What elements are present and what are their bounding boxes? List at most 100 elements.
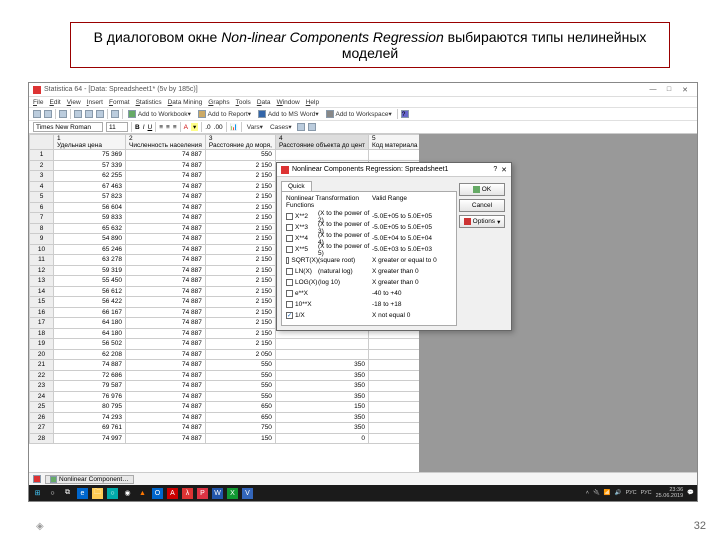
checkbox-1/X[interactable] [286, 312, 293, 319]
cell[interactable]: 350 [275, 423, 368, 434]
cell[interactable]: 2 150 [205, 307, 275, 318]
task-word-icon[interactable]: W [212, 488, 223, 499]
start-button[interactable]: ⊞ [32, 488, 43, 499]
italic-button[interactable]: I [143, 124, 145, 131]
close-button[interactable]: ✕ [677, 86, 693, 94]
cell[interactable]: 80 795 [54, 402, 126, 413]
task-hp-icon[interactable]: ○ [107, 488, 118, 499]
row-header[interactable]: 22 [30, 370, 54, 381]
copy-icon[interactable] [85, 110, 93, 118]
cell[interactable]: 74 887 [126, 412, 206, 423]
cases-button[interactable]: Cases ▾ [268, 123, 294, 131]
cell[interactable]: 74 887 [126, 265, 206, 276]
cell[interactable]: 79 587 [54, 381, 126, 392]
menu-tools[interactable]: Tools [236, 99, 251, 106]
row-header[interactable]: 17 [30, 318, 54, 329]
tray-power-icon[interactable]: 🔌 [593, 490, 600, 496]
checkbox-X**2[interactable] [286, 213, 293, 220]
checkbox-LN(X)[interactable] [286, 268, 293, 275]
tray-lang1[interactable]: РУС [626, 490, 637, 496]
row-header[interactable]: 18 [30, 328, 54, 339]
cell[interactable]: 550 [205, 360, 275, 371]
row-header[interactable]: 25 [30, 402, 54, 413]
cell[interactable]: 55 450 [54, 276, 126, 287]
row-header[interactable]: 2 [30, 160, 54, 171]
task-vlc-icon[interactable]: ▲ [137, 488, 148, 499]
cell[interactable]: 2 150 [205, 244, 275, 255]
cell[interactable]: 550 [205, 391, 275, 402]
cell[interactable]: 56 604 [54, 202, 126, 213]
menu-format[interactable]: Format [109, 99, 130, 106]
dialog-help-button[interactable]: ? [493, 166, 497, 173]
cell[interactable]: 350 [275, 360, 368, 371]
task-excel-icon[interactable]: X [227, 488, 238, 499]
cell[interactable]: 650 [205, 412, 275, 423]
options-button[interactable]: Options ▾ [459, 215, 505, 228]
bold-button[interactable]: B [135, 124, 140, 131]
checkbox-X**3[interactable] [286, 224, 293, 231]
cell[interactable]: 2 050 [205, 349, 275, 360]
cell[interactable]: 2 150 [205, 286, 275, 297]
row-header[interactable]: 27 [30, 423, 54, 434]
row-header[interactable]: 26 [30, 412, 54, 423]
row-header[interactable]: 4 [30, 181, 54, 192]
cell[interactable]: 75 369 [54, 150, 126, 161]
cell[interactable] [275, 150, 368, 161]
fontsize-combo[interactable]: 11 [106, 122, 128, 132]
checkbox-X**4[interactable] [286, 235, 293, 242]
cell[interactable]: 2 150 [205, 160, 275, 171]
undo-icon[interactable] [111, 110, 119, 118]
tray-volume-icon[interactable]: 🔊 [615, 490, 622, 496]
cell[interactable]: 750 [205, 423, 275, 434]
task-outlook-icon[interactable]: O [152, 488, 163, 499]
tray-chevron-icon[interactable]: ˄ [586, 490, 589, 496]
column-header[interactable]: 2Численность населения [126, 135, 206, 150]
cell[interactable]: 350 [275, 412, 368, 423]
vars-button[interactable]: Vars ▾ [245, 123, 265, 131]
cell[interactable]: 63 278 [54, 255, 126, 266]
font-combo[interactable]: Times New Roman [33, 122, 103, 132]
task-chrome-icon[interactable]: ◉ [122, 488, 133, 499]
cell[interactable]: 74 887 [126, 244, 206, 255]
cell[interactable]: 56 422 [54, 297, 126, 308]
task-stat-icon[interactable]: λ [182, 488, 193, 499]
row-header[interactable]: 10 [30, 244, 54, 255]
cell[interactable]: 59 319 [54, 265, 126, 276]
cell[interactable]: 74 887 [126, 202, 206, 213]
cancel-button[interactable]: Cancel [459, 199, 505, 212]
row-header[interactable]: 12 [30, 265, 54, 276]
cell[interactable]: 59 833 [54, 213, 126, 224]
chart-icon[interactable]: 📊 [230, 123, 238, 131]
cell[interactable]: 2 150 [205, 223, 275, 234]
decimal-inc-icon[interactable]: .0 [205, 124, 210, 131]
cell[interactable] [275, 339, 368, 350]
cell[interactable]: 0 [275, 433, 368, 444]
cell[interactable]: 74 887 [126, 349, 206, 360]
task-pdf-icon[interactable]: A [167, 488, 178, 499]
cell[interactable]: 74 887 [126, 328, 206, 339]
checkbox-10**X[interactable] [286, 301, 293, 308]
cell[interactable]: 550 [205, 370, 275, 381]
cell[interactable]: 2 150 [205, 276, 275, 287]
maximize-button[interactable]: □ [661, 86, 677, 93]
row-header[interactable]: 1 [30, 150, 54, 161]
paste-icon[interactable] [96, 110, 104, 118]
cell[interactable]: 74 887 [126, 276, 206, 287]
print-icon[interactable] [59, 110, 67, 118]
task-edge-icon[interactable]: e [77, 488, 88, 499]
cell[interactable]: 56 612 [54, 286, 126, 297]
cell[interactable]: 56 502 [54, 339, 126, 350]
tray-wifi-icon[interactable]: 📶 [604, 490, 611, 496]
search-icon[interactable]: ○ [47, 488, 58, 499]
cell[interactable]: 2 150 [205, 339, 275, 350]
row-header[interactable]: 15 [30, 297, 54, 308]
align-center-icon[interactable]: ≡ [166, 124, 170, 131]
align-right-icon[interactable]: ≡ [173, 124, 177, 131]
cell[interactable]: 350 [275, 391, 368, 402]
row-header[interactable]: 20 [30, 349, 54, 360]
cell[interactable]: 74 887 [126, 223, 206, 234]
row-header[interactable]: 3 [30, 171, 54, 182]
cell[interactable]: 2 150 [205, 328, 275, 339]
cell[interactable]: 74 887 [126, 339, 206, 350]
menu-window[interactable]: Window [277, 99, 300, 106]
